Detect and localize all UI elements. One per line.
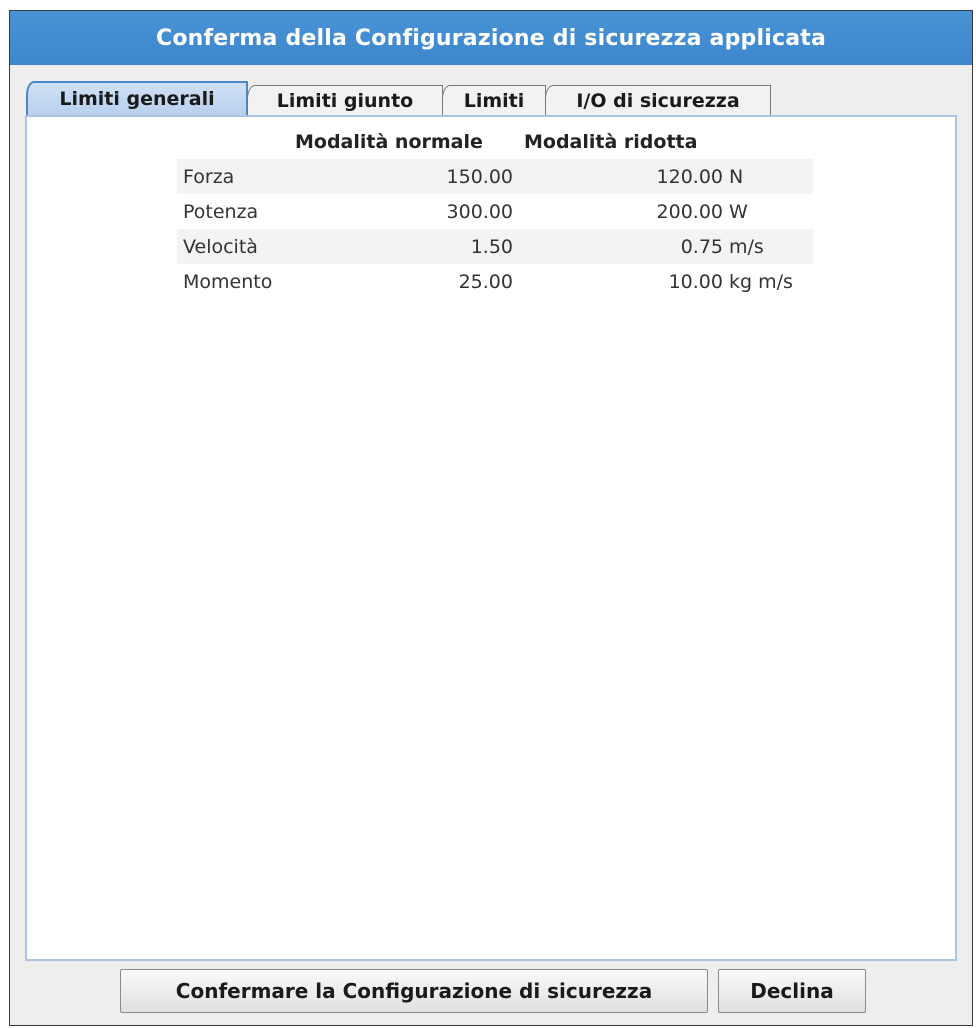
table-row: Potenza 300.00 200.00 W	[177, 194, 813, 229]
normal-value: 25.00	[458, 271, 513, 293]
tab-general-limits[interactable]: Limiti generali	[26, 81, 248, 115]
tab-safety-io[interactable]: I/O di sicurezza	[545, 85, 771, 115]
limit-name: Forza	[183, 166, 235, 188]
normal-value: 150.00	[446, 166, 513, 188]
tab-bar: Limiti generali Limiti giunto Limiti I/O…	[26, 75, 771, 115]
reduced-value: 0.75	[680, 236, 723, 258]
limit-name: Momento	[183, 271, 273, 293]
reduced-value: 120.00	[656, 166, 723, 188]
confirm-safety-config-button[interactable]: Confermare la Configurazione di sicurezz…	[120, 969, 708, 1013]
reduced-value: 10.00	[668, 271, 723, 293]
limit-name: Potenza	[183, 201, 259, 223]
tab-limits[interactable]: Limiti	[442, 85, 546, 115]
safety-confirm-dialog: Conferma della Configurazione di sicurez…	[9, 10, 973, 1026]
normal-value: 1.50	[470, 236, 513, 258]
reduced-value: 200.00	[656, 201, 723, 223]
limit-name: Velocità	[183, 236, 258, 258]
tab-content-panel: Modalità normale Modalità ridotta Forza …	[25, 115, 957, 961]
tab-joint-limits[interactable]: Limiti giunto	[247, 85, 443, 115]
table-row: Momento 25.00 10.00 kg m/s	[177, 264, 813, 299]
unit-label: N	[729, 166, 744, 188]
decline-button[interactable]: Declina	[718, 969, 866, 1013]
unit-label: kg m/s	[729, 271, 793, 293]
table-row: Forza 150.00 120.00 N	[177, 159, 813, 194]
dialog-title: Conferma della Configurazione di sicurez…	[10, 11, 972, 65]
column-header-normal-mode: Modalità normale	[295, 131, 483, 153]
column-header-reduced-mode: Modalità ridotta	[524, 131, 698, 153]
normal-value: 300.00	[446, 201, 513, 223]
unit-label: W	[729, 201, 748, 223]
table-row: Velocità 1.50 0.75 m/s	[177, 229, 813, 264]
unit-label: m/s	[729, 236, 764, 258]
